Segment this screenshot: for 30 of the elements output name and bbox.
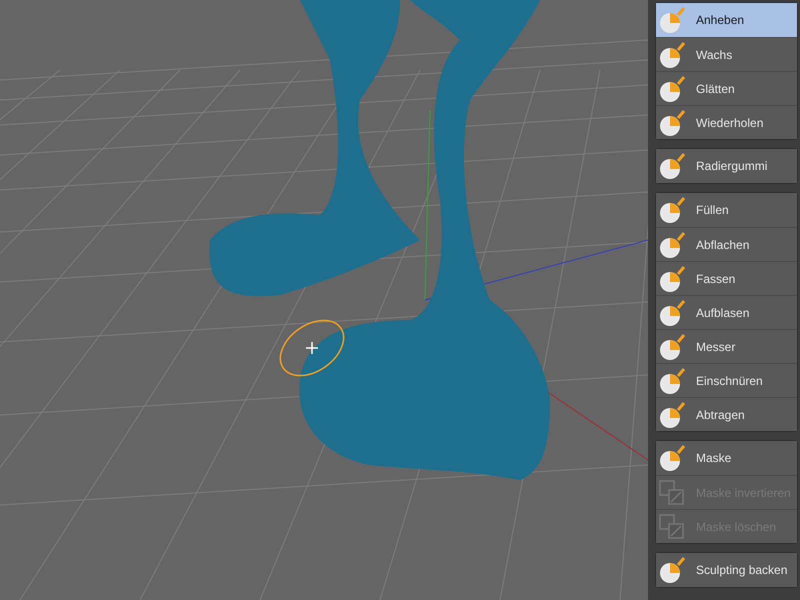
sculpt-brush-icon bbox=[658, 40, 686, 68]
tool-button[interactable]: Wiederholen bbox=[656, 105, 797, 139]
sculpt-brush-icon bbox=[658, 298, 686, 326]
sculpt-brush-icon bbox=[658, 230, 686, 258]
tool-button[interactable]: Fassen bbox=[656, 261, 797, 295]
brush-cursor-icon bbox=[280, 320, 344, 376]
mask-icon bbox=[658, 512, 686, 540]
sculpt-brush-icon bbox=[658, 152, 686, 180]
sculpt-brush-icon bbox=[658, 196, 686, 224]
tool-button[interactable]: Glätten bbox=[656, 71, 797, 105]
sculpt-brush-icon bbox=[658, 6, 686, 34]
sculpt-brush-icon bbox=[658, 74, 686, 102]
tool-button[interactable]: Sculpting backen bbox=[656, 553, 797, 587]
sculpt-brush-icon bbox=[658, 444, 686, 472]
sculpt-brush-icon bbox=[658, 108, 686, 136]
tool-button[interactable]: Aufblasen bbox=[656, 295, 797, 329]
tool-button[interactable]: Abflachen bbox=[656, 227, 797, 261]
sculpt-brush-icon bbox=[658, 332, 686, 360]
tool-button[interactable]: Wachs bbox=[656, 37, 797, 71]
sculpt-brush-icon bbox=[658, 400, 686, 428]
mask-icon bbox=[658, 478, 686, 506]
3d-viewport[interactable] bbox=[0, 0, 648, 600]
tool-button[interactable]: Abtragen bbox=[656, 397, 797, 431]
tool-button[interactable]: Messer bbox=[656, 329, 797, 363]
sculpt-brush-icon bbox=[658, 264, 686, 292]
tool-button[interactable]: Anheben bbox=[656, 3, 797, 37]
tool-button[interactable]: Radiergummi bbox=[656, 149, 797, 183]
sculpt-brush-icon bbox=[658, 556, 686, 584]
sculpt-brush-icon bbox=[658, 366, 686, 394]
tool-button[interactable]: Einschnüren bbox=[656, 363, 797, 397]
